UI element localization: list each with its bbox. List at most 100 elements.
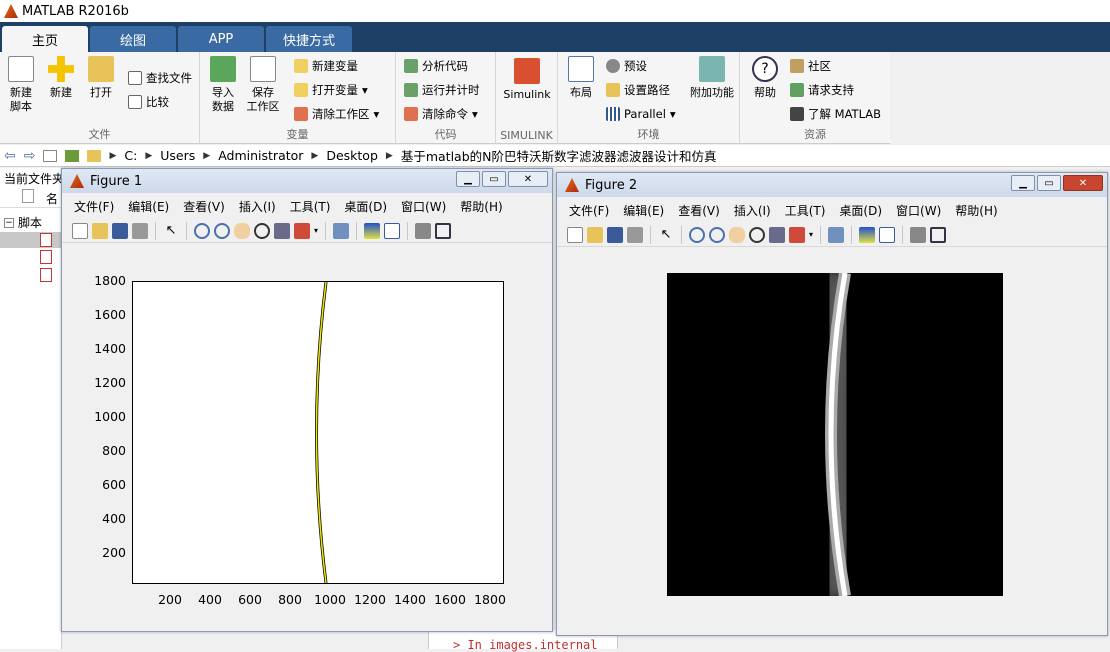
colorbar-icon[interactable]: [364, 222, 381, 239]
open-variable-button[interactable]: 打开变量 ▾: [294, 80, 368, 100]
learn-matlab-button[interactable]: 了解 MATLAB: [790, 104, 881, 124]
breadcrumb-users[interactable]: Users: [160, 148, 195, 163]
rotate-3d-icon[interactable]: [749, 226, 765, 243]
new-script-button[interactable]: 新建 脚本: [4, 56, 38, 114]
tab-home[interactable]: 主页: [2, 26, 88, 52]
addons-button[interactable]: 附加功能: [688, 56, 736, 100]
colorbar-icon[interactable]: [859, 226, 876, 243]
save-icon[interactable]: [112, 222, 128, 239]
figure-1-axes[interactable]: [132, 281, 504, 584]
menu-desktop[interactable]: 桌面(D): [839, 202, 882, 219]
legend-icon[interactable]: [879, 226, 896, 243]
menu-help[interactable]: 帮助(H): [955, 202, 997, 219]
list-item-selected[interactable]: [0, 232, 62, 248]
breadcrumb-desktop[interactable]: Desktop: [326, 148, 378, 163]
tab-apps[interactable]: APP: [178, 26, 264, 52]
menu-insert[interactable]: 插入(I): [239, 198, 276, 215]
save-workspace-button[interactable]: 保存 工作区: [246, 56, 280, 114]
menu-view[interactable]: 查看(V): [183, 198, 225, 215]
help-button[interactable]: ? 帮助: [748, 56, 782, 100]
zoom-out-icon[interactable]: [709, 226, 725, 243]
request-support-button[interactable]: 请求支持: [790, 80, 854, 100]
run-and-time-button[interactable]: 运行并计时: [404, 80, 480, 100]
new-figure-icon[interactable]: [72, 222, 88, 239]
tab-plots[interactable]: 绘图: [90, 26, 176, 52]
menu-edit[interactable]: 编辑(E): [623, 202, 664, 219]
back-arrow-icon[interactable]: ⇦: [4, 148, 16, 164]
breadcrumb-c[interactable]: C:: [124, 148, 137, 163]
set-path-button[interactable]: 设置路径: [606, 80, 670, 100]
minimize-button[interactable]: ▁: [456, 171, 480, 187]
forward-arrow-icon[interactable]: ⇨: [24, 148, 36, 164]
breadcrumb-administrator[interactable]: Administrator: [218, 148, 303, 163]
layout-button[interactable]: 布局: [564, 56, 598, 100]
zoom-in-icon[interactable]: [689, 226, 705, 243]
tab-shortcuts[interactable]: 快捷方式: [266, 26, 352, 52]
menu-window[interactable]: 窗口(W): [401, 198, 446, 215]
figure-1-window[interactable]: Figure 1 ▁ ▭ ✕ 文件(F) 编辑(E) 查看(V) 插入(I) 工…: [61, 168, 553, 632]
hide-plot-tools-icon[interactable]: [415, 222, 432, 239]
figure-2-window[interactable]: Figure 2 ▁ ▭ ✕ 文件(F) 编辑(E) 查看(V) 插入(I) 工…: [556, 172, 1108, 636]
menu-desktop[interactable]: 桌面(D): [344, 198, 387, 215]
rotate-3d-icon[interactable]: [254, 222, 270, 239]
new-button[interactable]: 新建: [44, 56, 78, 100]
pointer-icon[interactable]: ↖: [658, 227, 674, 243]
minimize-button[interactable]: ▁: [1011, 175, 1035, 191]
menu-insert[interactable]: 插入(I): [734, 202, 771, 219]
menu-help[interactable]: 帮助(H): [460, 198, 502, 215]
scripts-group[interactable]: − 脚本: [4, 214, 42, 231]
menu-file[interactable]: 文件(F): [74, 198, 114, 215]
compare-button[interactable]: 比较: [128, 92, 169, 112]
name-column-header[interactable]: 名: [46, 190, 58, 207]
preferences-button[interactable]: 预设: [606, 56, 647, 76]
clear-commands-button[interactable]: 清除命令 ▾: [404, 104, 478, 124]
brush-icon[interactable]: [789, 226, 805, 243]
open-button[interactable]: 打开: [84, 56, 118, 100]
maximize-button[interactable]: ▭: [1037, 175, 1061, 191]
show-plot-tools-icon[interactable]: [435, 222, 452, 239]
menu-window[interactable]: 窗口(W): [896, 202, 941, 219]
data-cursor-icon[interactable]: [769, 226, 785, 243]
script-file-icon[interactable]: [40, 250, 52, 264]
open-file-icon[interactable]: [587, 226, 603, 243]
menu-view[interactable]: 查看(V): [678, 202, 720, 219]
collapse-icon[interactable]: −: [4, 217, 14, 228]
print-icon[interactable]: [627, 226, 643, 243]
figure-2-titlebar[interactable]: Figure 2 ▁ ▭ ✕: [557, 173, 1107, 197]
zoom-out-icon[interactable]: [214, 222, 230, 239]
parallel-button[interactable]: Parallel ▾: [606, 104, 676, 124]
find-files-button[interactable]: 查找文件: [128, 68, 192, 88]
show-plot-tools-icon[interactable]: [930, 226, 947, 243]
close-button[interactable]: ✕: [508, 171, 548, 187]
up-folder-icon[interactable]: [43, 149, 58, 162]
dropdown-arrow-icon[interactable]: ▾: [809, 230, 813, 239]
open-file-icon[interactable]: [92, 222, 108, 239]
print-icon[interactable]: [132, 222, 148, 239]
clear-workspace-button[interactable]: 清除工作区 ▾: [294, 104, 379, 124]
hide-plot-tools-icon[interactable]: [910, 226, 927, 243]
new-figure-icon[interactable]: [567, 226, 583, 243]
zoom-in-icon[interactable]: [194, 222, 210, 239]
close-button[interactable]: ✕: [1063, 175, 1103, 191]
dropdown-arrow-icon[interactable]: ▾: [314, 226, 318, 235]
import-data-button[interactable]: 导入 数据: [206, 56, 240, 114]
pan-hand-icon[interactable]: [729, 226, 745, 243]
script-file-icon[interactable]: [40, 268, 52, 282]
analyze-code-button[interactable]: 分析代码: [404, 56, 468, 76]
menu-edit[interactable]: 编辑(E): [128, 198, 169, 215]
figure-1-titlebar[interactable]: Figure 1 ▁ ▭ ✕: [62, 169, 552, 193]
new-variable-button[interactable]: 新建变量: [294, 56, 358, 76]
data-cursor-icon[interactable]: [274, 222, 290, 239]
link-plot-icon[interactable]: [828, 226, 845, 243]
menu-tools[interactable]: 工具(T): [290, 198, 331, 215]
pointer-icon[interactable]: ↖: [163, 223, 179, 239]
menu-tools[interactable]: 工具(T): [785, 202, 826, 219]
link-plot-icon[interactable]: [333, 222, 350, 239]
browse-folder-icon[interactable]: [65, 149, 80, 162]
menu-file[interactable]: 文件(F): [569, 202, 609, 219]
save-icon[interactable]: [607, 226, 623, 243]
simulink-button[interactable]: Simulink: [502, 56, 552, 102]
brush-icon[interactable]: [294, 222, 310, 239]
legend-icon[interactable]: [384, 222, 401, 239]
pan-hand-icon[interactable]: [234, 222, 250, 239]
